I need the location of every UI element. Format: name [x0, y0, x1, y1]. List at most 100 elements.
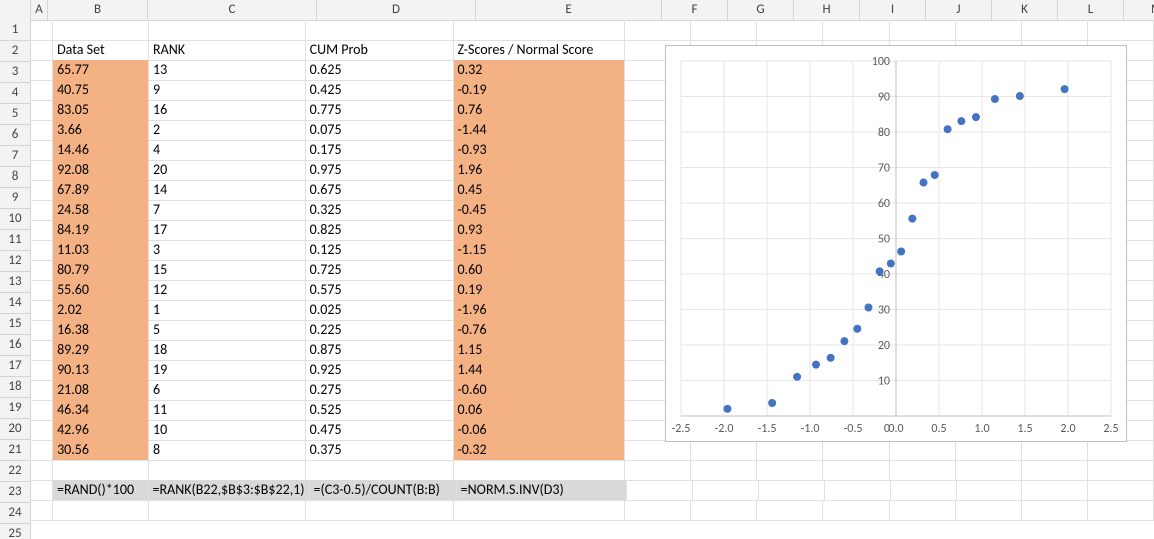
cell-A24[interactable] [30, 480, 53, 501]
rowhdr-16[interactable]: 16 [0, 335, 31, 356]
rowhdr-23[interactable]: 23 [0, 482, 31, 503]
rowhdr-1[interactable]: 1 [0, 20, 31, 41]
cell-B3[interactable]: 65.77 [53, 60, 149, 81]
cell-A12[interactable] [30, 240, 53, 261]
cell-E9[interactable]: 0.45 [454, 180, 626, 201]
cell-D6[interactable]: 0.075 [306, 120, 454, 141]
cell-H22[interactable] [757, 440, 823, 461]
cell-D21[interactable]: 0.475 [306, 420, 454, 441]
cell-M1[interactable] [1088, 20, 1154, 41]
cell-C20[interactable]: 11 [149, 400, 306, 421]
cell-B25[interactable] [53, 500, 149, 521]
cell-C8[interactable]: 20 [149, 160, 306, 181]
rowhdr-12[interactable]: 12 [0, 251, 31, 272]
cell-B14[interactable]: 55.60 [53, 280, 149, 301]
cell-J25[interactable] [890, 500, 956, 521]
cell-E2[interactable]: Z-Scores / Normal Score [454, 40, 626, 61]
cell-C25[interactable] [149, 500, 306, 521]
cell-B22[interactable]: 30.56 [53, 440, 149, 461]
rowhdr-4[interactable]: 4 [0, 83, 31, 104]
cell-E5[interactable]: 0.76 [454, 100, 626, 121]
cell-C22[interactable]: 8 [149, 440, 306, 461]
cell-B8[interactable]: 92.08 [53, 160, 149, 181]
cell-C13[interactable]: 15 [149, 260, 306, 281]
rowhdr-25[interactable]: 25 [0, 524, 31, 539]
cell-D16[interactable]: 0.225 [306, 320, 454, 341]
cell-C7[interactable]: 4 [149, 140, 306, 161]
chart-point[interactable] [908, 215, 916, 223]
cell-A14[interactable] [30, 280, 53, 301]
cell-E1[interactable] [454, 20, 626, 41]
chart-point[interactable] [793, 373, 801, 381]
cell-E22[interactable]: -0.32 [454, 440, 626, 461]
cell-F25[interactable] [625, 500, 691, 521]
cell-D19[interactable]: 0.275 [306, 380, 454, 401]
cell-M22[interactable] [1088, 440, 1154, 461]
rowhdr-9[interactable]: 9 [0, 188, 31, 209]
cell-D23[interactable] [306, 460, 454, 481]
cell-G22[interactable] [691, 440, 757, 461]
cell-E8[interactable]: 1.96 [454, 160, 626, 181]
cell-B11[interactable]: 84.19 [53, 220, 149, 241]
cell-B5[interactable]: 83.05 [53, 100, 149, 121]
cell-B17[interactable]: 89.29 [53, 340, 149, 361]
cell-B23[interactable] [53, 460, 149, 481]
rowhdr-5[interactable]: 5 [0, 104, 31, 125]
cell-B9[interactable]: 67.89 [53, 180, 149, 201]
cell-A15[interactable] [30, 300, 53, 321]
rowhdr-18[interactable]: 18 [0, 377, 31, 398]
cell-E16[interactable]: -0.76 [454, 320, 626, 341]
cell-D24[interactable]: =(C3-0.5)/COUNT(B:B) [310, 480, 457, 501]
cell-L25[interactable] [1022, 500, 1088, 521]
chart-point[interactable] [931, 171, 939, 179]
cell-D20[interactable]: 0.525 [306, 400, 454, 421]
cell-D1[interactable] [306, 20, 454, 41]
cell-B19[interactable]: 21.08 [53, 380, 149, 401]
cell-E7[interactable]: -0.93 [454, 140, 626, 161]
cell-H24[interactable] [759, 480, 825, 501]
colhdr-K[interactable]: K [992, 0, 1058, 21]
rowhdr-21[interactable]: 21 [0, 440, 31, 461]
cell-B21[interactable]: 42.96 [53, 420, 149, 441]
colhdr-M[interactable]: M [1124, 0, 1154, 21]
cell-B7[interactable]: 14.46 [53, 140, 149, 161]
chart-point[interactable] [1061, 85, 1069, 93]
cell-B24[interactable]: =RAND()*100 [53, 480, 149, 501]
rowhdr-13[interactable]: 13 [0, 272, 31, 293]
cell-K1[interactable] [956, 20, 1022, 41]
cell-A3[interactable] [30, 60, 53, 81]
cell-E24[interactable]: =NORM.S.INV(D3) [457, 480, 628, 501]
rowhdr-24[interactable]: 24 [0, 503, 31, 524]
chart-point[interactable] [1016, 92, 1024, 100]
colhdr-E[interactable]: E [476, 0, 662, 21]
rowhdr-14[interactable]: 14 [0, 293, 31, 314]
rowhdr-2[interactable]: 2 [0, 41, 31, 62]
cell-A21[interactable] [30, 420, 53, 441]
cell-A20[interactable] [30, 400, 53, 421]
cell-A13[interactable] [30, 260, 53, 281]
cell-E20[interactable]: 0.06 [454, 400, 626, 421]
chart-point[interactable] [887, 259, 895, 267]
cell-C23[interactable] [149, 460, 306, 481]
cell-K25[interactable] [956, 500, 1022, 521]
rowhdr-19[interactable]: 19 [0, 398, 31, 419]
colhdr-G[interactable]: G [728, 0, 794, 21]
scatter-chart[interactable]: 102030405060708090100-2.5-2.0-1.5-1.0-0.… [665, 45, 1127, 442]
cell-H25[interactable] [757, 500, 823, 521]
cell-B15[interactable]: 2.02 [53, 300, 149, 321]
cell-E23[interactable] [454, 460, 626, 481]
cell-C5[interactable]: 16 [149, 100, 306, 121]
chart-point[interactable] [876, 267, 884, 275]
cell-I22[interactable] [823, 440, 889, 461]
cell-C1[interactable] [149, 20, 306, 41]
cell-D8[interactable]: 0.975 [306, 160, 454, 181]
cell-I25[interactable] [823, 500, 889, 521]
cell-D22[interactable]: 0.375 [306, 440, 454, 461]
cell-J24[interactable] [891, 480, 957, 501]
cell-D9[interactable]: 0.675 [306, 180, 454, 201]
cell-F22[interactable] [625, 440, 691, 461]
colhdr-L[interactable]: L [1058, 0, 1124, 21]
rowhdr-15[interactable]: 15 [0, 314, 31, 335]
chart-point[interactable] [957, 117, 965, 125]
cell-C2[interactable]: RANK [149, 40, 306, 61]
